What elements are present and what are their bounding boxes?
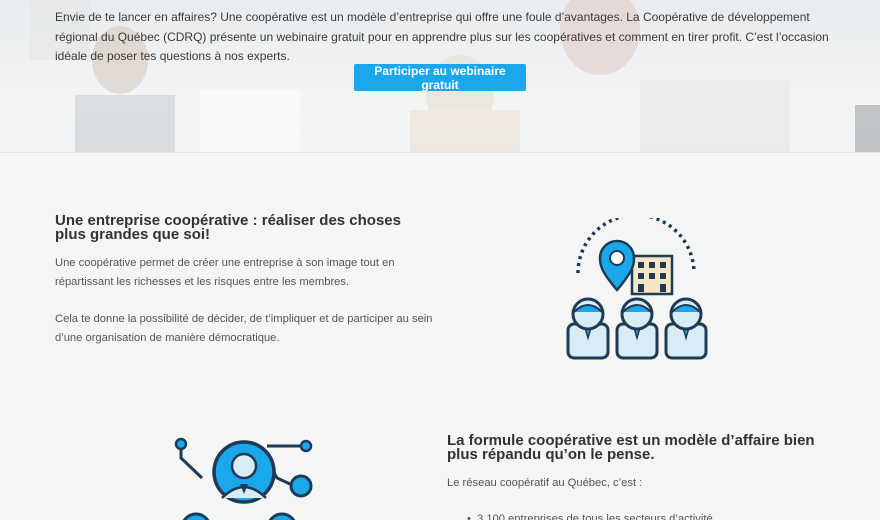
section-paragraph: Cela te donne la possibilité de décider,… <box>55 313 433 344</box>
location-pin-icon <box>598 239 636 292</box>
section-paragraph: Le réseau coopératif au Québec, c’est : <box>447 477 643 489</box>
hero-intro-text: Envie de te lancer en affaires? Une coop… <box>55 10 829 63</box>
network-illustration <box>174 437 313 520</box>
network-node-icon <box>268 512 296 520</box>
section-heading-cooperative-enterprise: Une entreprise coopérative : réaliser de… <box>55 212 401 243</box>
webinar-signup-button[interactable]: Participer au webinaire gratuit <box>354 64 526 92</box>
network-node-icon <box>182 512 210 520</box>
cooperative-members-illustration <box>566 218 708 360</box>
person-avatar-icon <box>212 440 276 504</box>
cooperative-network-list: 3 100 entreprises de tous les secteurs d… <box>447 510 827 520</box>
section-heading-cooperative-formula: La formule coopérative est un modèle d’a… <box>447 432 815 463</box>
person-icon <box>615 297 659 360</box>
building-icon <box>630 254 674 296</box>
person-icon <box>664 297 708 360</box>
network-node-icon <box>174 437 188 451</box>
section-paragraph: Une coopérative permet de créer une entr… <box>55 257 395 288</box>
person-icon <box>566 297 610 360</box>
list-item: 3 100 entreprises de tous les secteurs d… <box>447 510 827 520</box>
network-node-icon <box>299 439 313 453</box>
network-node-icon <box>289 474 313 498</box>
hero-banner: Envie de te lancer en affaires? Une coop… <box>0 0 880 153</box>
